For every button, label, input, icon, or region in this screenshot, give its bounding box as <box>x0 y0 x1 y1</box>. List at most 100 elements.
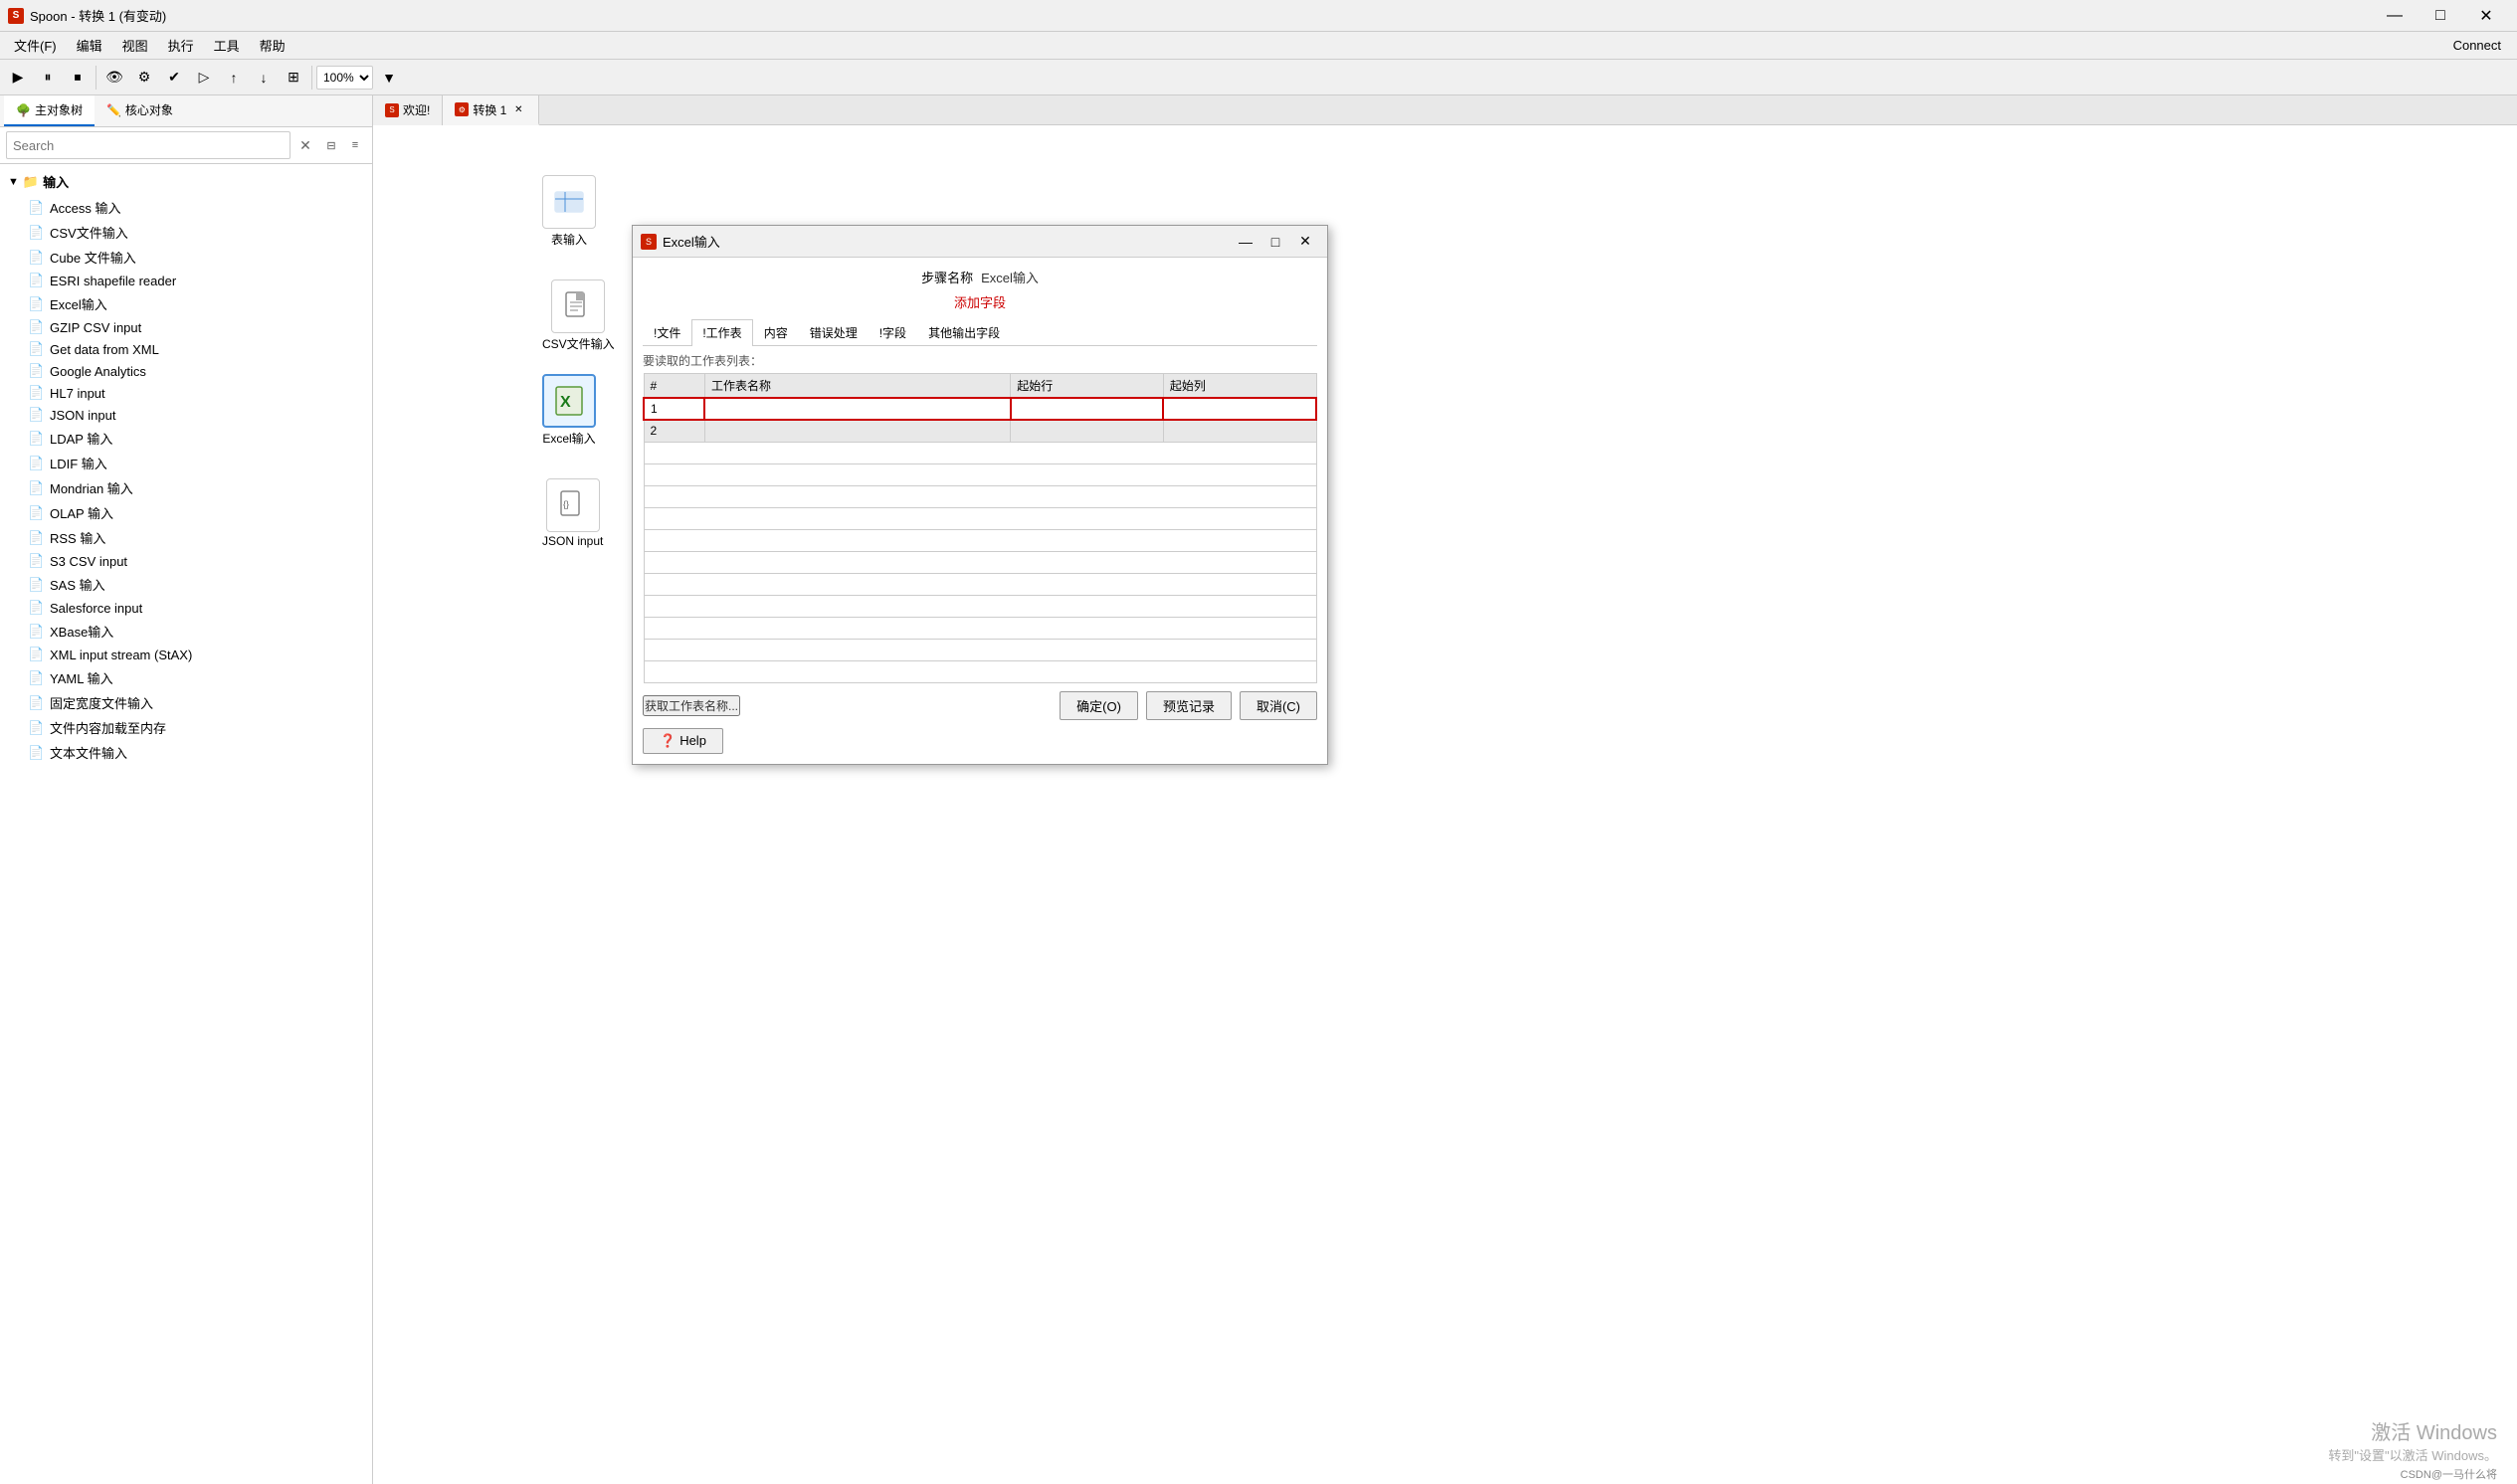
search-collapse-btn[interactable]: ⊟ <box>320 134 342 156</box>
table-row[interactable] <box>644 529 1316 551</box>
list-item[interactable]: 📄 Excel输入 <box>0 291 372 316</box>
node-table-input[interactable]: 表输入 <box>542 175 596 248</box>
dialog-step-name: 步骤名称 Excel输入 <box>643 268 1317 286</box>
list-item[interactable]: 📄 ESRI shapefile reader <box>0 270 372 291</box>
menu-edit[interactable]: 编辑 <box>67 34 112 57</box>
list-item[interactable]: 📄 S3 CSV input <box>0 550 372 572</box>
toolbar-run2-btn[interactable]: ▷ <box>190 64 218 92</box>
table-row[interactable] <box>644 507 1316 529</box>
list-item[interactable]: 📄 GZIP CSV input <box>0 316 372 338</box>
list-item-google-analytics[interactable]: 📄 Google Analytics <box>0 360 372 382</box>
zoom-dropdown-btn[interactable]: ▼ <box>375 64 403 92</box>
toolbar-down-btn[interactable]: ↓ <box>250 64 278 92</box>
toolbar-run-btn[interactable]: ▶ <box>4 64 32 92</box>
list-item[interactable]: 📄 LDIF 输入 <box>0 451 372 475</box>
dialog-tab-content[interactable]: 内容 <box>753 319 799 345</box>
list-item[interactable]: 📄 YAML 输入 <box>0 665 372 690</box>
maximize-button[interactable]: □ <box>2418 0 2463 32</box>
row-name[interactable] <box>704 420 1010 442</box>
list-item[interactable]: 📄 LDAP 输入 <box>0 426 372 451</box>
list-item[interactable]: 📄 JSON input <box>0 404 372 426</box>
tab-close-icon[interactable]: ✕ <box>510 101 526 117</box>
list-item[interactable]: 📄 文件内容加载至内存 <box>0 715 372 740</box>
table-row[interactable] <box>644 660 1316 682</box>
menu-tools[interactable]: 工具 <box>204 34 250 57</box>
list-item[interactable]: 📄 Salesforce input <box>0 597 372 619</box>
dialog-tab-other-output[interactable]: 其他输出字段 <box>917 319 1011 345</box>
item-icon: 📄 <box>28 407 44 423</box>
menu-run[interactable]: 执行 <box>158 34 204 57</box>
tree-category-input[interactable]: ▼ 📁 输入 <box>0 168 372 195</box>
list-item[interactable]: 📄 OLAP 输入 <box>0 500 372 525</box>
dialog-preview-btn[interactable]: 预览记录 <box>1146 691 1232 720</box>
minimize-button[interactable]: — <box>2372 0 2418 32</box>
list-item[interactable]: 📄 CSV文件输入 <box>0 220 372 245</box>
toolbar-check-btn[interactable]: ✔ <box>160 64 188 92</box>
item-icon: 📄 <box>28 600 44 616</box>
list-item[interactable]: 📄 Get data from XML <box>0 338 372 360</box>
zoom-select[interactable]: 50% 75% 100% 125% 150% 200% <box>316 66 373 90</box>
toolbar-up-btn[interactable]: ↑ <box>220 64 248 92</box>
list-item[interactable]: 📄 XBase输入 <box>0 619 372 644</box>
row-start-row[interactable] <box>1011 398 1164 420</box>
close-button[interactable]: ✕ <box>2463 0 2509 32</box>
item-icon: 📄 <box>28 670 44 686</box>
toolbar-preview-btn[interactable]: 👁 <box>100 64 128 92</box>
dialog-tab-worksheet[interactable]: !工作表 <box>691 319 752 346</box>
fetch-worksheet-names-btn[interactable]: 获取工作表名称... <box>643 695 740 716</box>
canvas-area[interactable]: 表输入 CSV文件输入 X Excel输入 {} JSON input <box>373 125 2517 1484</box>
dialog-controls: — □ ✕ <box>1232 230 1319 254</box>
search-clear-button[interactable]: ✕ <box>294 134 316 156</box>
dialog-close-btn[interactable]: ✕ <box>1291 230 1319 254</box>
menu-file[interactable]: 文件(F) <box>4 34 67 57</box>
row-start-col[interactable] <box>1163 420 1316 442</box>
row-start-col[interactable] <box>1163 398 1316 420</box>
menu-help[interactable]: 帮助 <box>250 34 295 57</box>
dialog-maximize-btn[interactable]: □ <box>1261 230 1289 254</box>
table-row[interactable] <box>644 573 1316 595</box>
tab-core-objects[interactable]: ✏️ 核心对象 <box>95 95 185 126</box>
dialog-tab-file[interactable]: !文件 <box>643 319 691 345</box>
toolbar-pause-btn[interactable]: ⏸ <box>34 64 62 92</box>
node-json-input[interactable]: {} JSON input <box>542 478 603 548</box>
list-item[interactable]: 📄 SAS 输入 <box>0 572 372 597</box>
dialog-help-btn[interactable]: ❓ Help <box>643 728 723 754</box>
row-name[interactable] <box>704 398 1010 420</box>
list-item[interactable]: 📄 固定宽度文件输入 <box>0 690 372 715</box>
toolbar-grid-btn[interactable]: ⊞ <box>280 64 307 92</box>
list-item[interactable]: 📄 XML input stream (StAX) <box>0 644 372 665</box>
dialog-tab-error[interactable]: 错误处理 <box>799 319 869 345</box>
dialog-cancel-btn[interactable]: 取消(C) <box>1240 691 1317 720</box>
node-excel-input[interactable]: X Excel输入 <box>542 374 596 447</box>
tab-main-objects[interactable]: 🌳 主对象树 <box>4 95 95 126</box>
table-row[interactable] <box>644 595 1316 617</box>
node-csv-input[interactable]: CSV文件输入 <box>542 279 615 352</box>
table-row[interactable] <box>644 551 1316 573</box>
list-item[interactable]: 📄 Access 输入 <box>0 195 372 220</box>
table-row[interactable]: 1 <box>644 398 1316 420</box>
connect-button[interactable]: Connect <box>2441 34 2513 57</box>
dialog-ok-btn[interactable]: 确定(O) <box>1060 691 1138 720</box>
list-item[interactable]: 📄 HL7 input <box>0 382 372 404</box>
table-row[interactable] <box>644 639 1316 660</box>
menu-view[interactable]: 视图 <box>112 34 158 57</box>
toolbar-settings-btn[interactable]: ⚙ <box>130 64 158 92</box>
table-row[interactable] <box>644 442 1316 464</box>
add-field-link[interactable]: 添加字段 <box>643 292 1317 311</box>
row-start-row[interactable] <box>1011 420 1164 442</box>
tab-transform1[interactable]: ⚙ 转换 1 ✕ <box>443 95 539 125</box>
list-item[interactable]: 📄 Mondrian 输入 <box>0 475 372 500</box>
search-expand-btn[interactable]: ≡ <box>344 134 366 156</box>
list-item[interactable]: 📄 Cube 文件输入 <box>0 245 372 270</box>
table-row[interactable] <box>644 464 1316 485</box>
search-input[interactable] <box>6 131 290 159</box>
table-row[interactable]: 2 <box>644 420 1316 442</box>
table-row[interactable] <box>644 617 1316 639</box>
dialog-tab-fields[interactable]: !字段 <box>869 319 917 345</box>
toolbar-stop-btn[interactable]: ⏹ <box>64 64 92 92</box>
list-item[interactable]: 📄 RSS 输入 <box>0 525 372 550</box>
dialog-minimize-btn[interactable]: — <box>1232 230 1259 254</box>
table-row[interactable] <box>644 485 1316 507</box>
tab-welcome[interactable]: S 欢迎! <box>373 95 443 125</box>
list-item[interactable]: 📄 文本文件输入 <box>0 740 372 765</box>
